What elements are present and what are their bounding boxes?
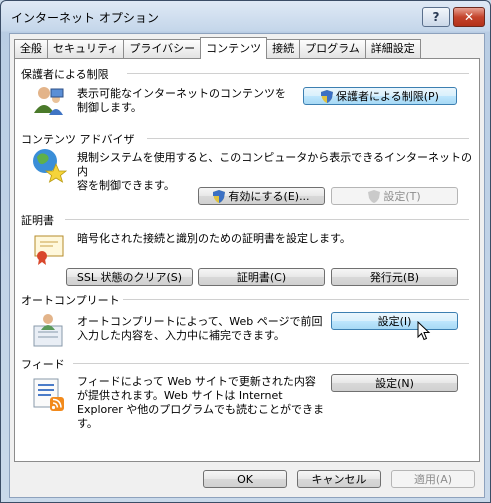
ok-button[interactable]: OK: [203, 470, 287, 488]
feeds-icon: [33, 378, 64, 411]
advisor-divider: [147, 138, 469, 139]
autocomplete-description-line2: 入力した内容を、入力中に補完できます。: [77, 329, 285, 342]
autocomplete-description: オートコンプリートによって、Web ページで前回 入力した内容を、入力中に補完で…: [77, 315, 323, 343]
feeds-description-line1: フィードによって Web サイトで更新された内容: [77, 375, 316, 388]
autocomplete-icon: [33, 314, 63, 347]
feeds-description-line2: が提供されます。Web サイトは Internet: [77, 389, 283, 402]
feeds-settings-button[interactable]: 設定(N): [331, 374, 458, 392]
advisor-description-line1: 規制システムを使用すると、このコンピュータから表示できるインターネットの内: [77, 151, 473, 178]
internet-options-window: インターネット オプション ? ✕ 全般 セキュリティ プライバシー コンテンツ…: [0, 0, 491, 503]
mouse-pointer-icon: [417, 321, 431, 341]
advisor-enable-button-label: 有効にする(E)...: [228, 190, 310, 203]
feeds-divider: [73, 363, 469, 364]
tab-advanced[interactable]: 詳細設定: [364, 39, 421, 58]
certificates-divider: [65, 219, 469, 220]
help-button[interactable]: ?: [422, 7, 450, 27]
parental-divider: [127, 73, 469, 74]
publishers-button[interactable]: 発行元(B): [331, 268, 458, 286]
tab-connections[interactable]: 接続: [266, 39, 301, 58]
feeds-description-line4: す。: [77, 417, 98, 430]
dialog-client: 全般 セキュリティ プライバシー コンテンツ 接続 プログラム 詳細設定 保護者…: [9, 33, 485, 498]
feeds-description: フィードによって Web サイトで更新された内容 が提供されます。Web サイト…: [77, 375, 324, 431]
tab-privacy[interactable]: プライバシー: [123, 39, 202, 58]
parental-description-line1: 表示可能なインターネットのコンテンツを: [77, 87, 286, 100]
uac-shield-icon: [213, 189, 226, 203]
certificates-button[interactable]: 証明書(C): [198, 268, 325, 286]
content-advisor-icon: [33, 149, 67, 183]
certificates-description: 暗号化された接続と識別のための証明書を設定します。: [77, 232, 351, 245]
tab-general[interactable]: 全般: [14, 39, 48, 58]
tab-programs[interactable]: プログラム: [299, 39, 366, 58]
content-tab-panel: 保護者による制限 表示可能なインターネットのコンテンツを 制御します。 保護者に…: [14, 58, 480, 462]
tab-content[interactable]: コンテンツ: [200, 37, 268, 59]
certificate-icon: [34, 235, 64, 265]
advisor-group-title: コンテンツ アドバイザ: [21, 133, 135, 146]
certificates-group-title: 証明書: [21, 214, 54, 227]
parental-controls-button-label: 保護者による制限(P): [336, 90, 439, 103]
parental-description-line2: 制御します。: [77, 101, 142, 114]
autocomplete-group-title: オートコンプリート: [21, 294, 120, 307]
feeds-group-title: フィード: [21, 358, 65, 371]
window-title: インターネット オプション: [11, 11, 159, 25]
apply-button[interactable]: 適用(A): [391, 470, 475, 488]
advisor-settings-button[interactable]: 設定(T): [331, 187, 458, 205]
title-bar[interactable]: インターネット オプション ? ✕: [1, 1, 490, 31]
close-button[interactable]: ✕: [453, 7, 485, 27]
autocomplete-description-line1: オートコンプリートによって、Web ページで前回: [77, 315, 323, 328]
advisor-settings-button-label: 設定(T): [383, 190, 421, 203]
advisor-enable-button[interactable]: 有効にする(E)...: [198, 187, 325, 205]
uac-shield-icon: [321, 89, 334, 103]
parental-group-title: 保護者による制限: [21, 68, 109, 81]
tab-strip: 全般 セキュリティ プライバシー コンテンツ 接続 プログラム 詳細設定: [14, 37, 421, 59]
parental-controls-button[interactable]: 保護者による制限(P): [303, 87, 457, 105]
autocomplete-divider: [123, 299, 469, 300]
parental-controls-icon: [34, 87, 64, 115]
clear-ssl-state-button[interactable]: SSL 状態のクリア(S): [66, 268, 193, 286]
cancel-button[interactable]: キャンセル: [297, 470, 381, 488]
parental-description: 表示可能なインターネットのコンテンツを 制御します。: [77, 87, 286, 115]
feeds-description-line3: Explorer や他のプログラムでも読むことができま: [77, 403, 324, 416]
uac-shield-icon: [368, 189, 381, 203]
tab-security[interactable]: セキュリティ: [47, 39, 125, 58]
autocomplete-settings-button[interactable]: 設定(I): [331, 312, 458, 330]
